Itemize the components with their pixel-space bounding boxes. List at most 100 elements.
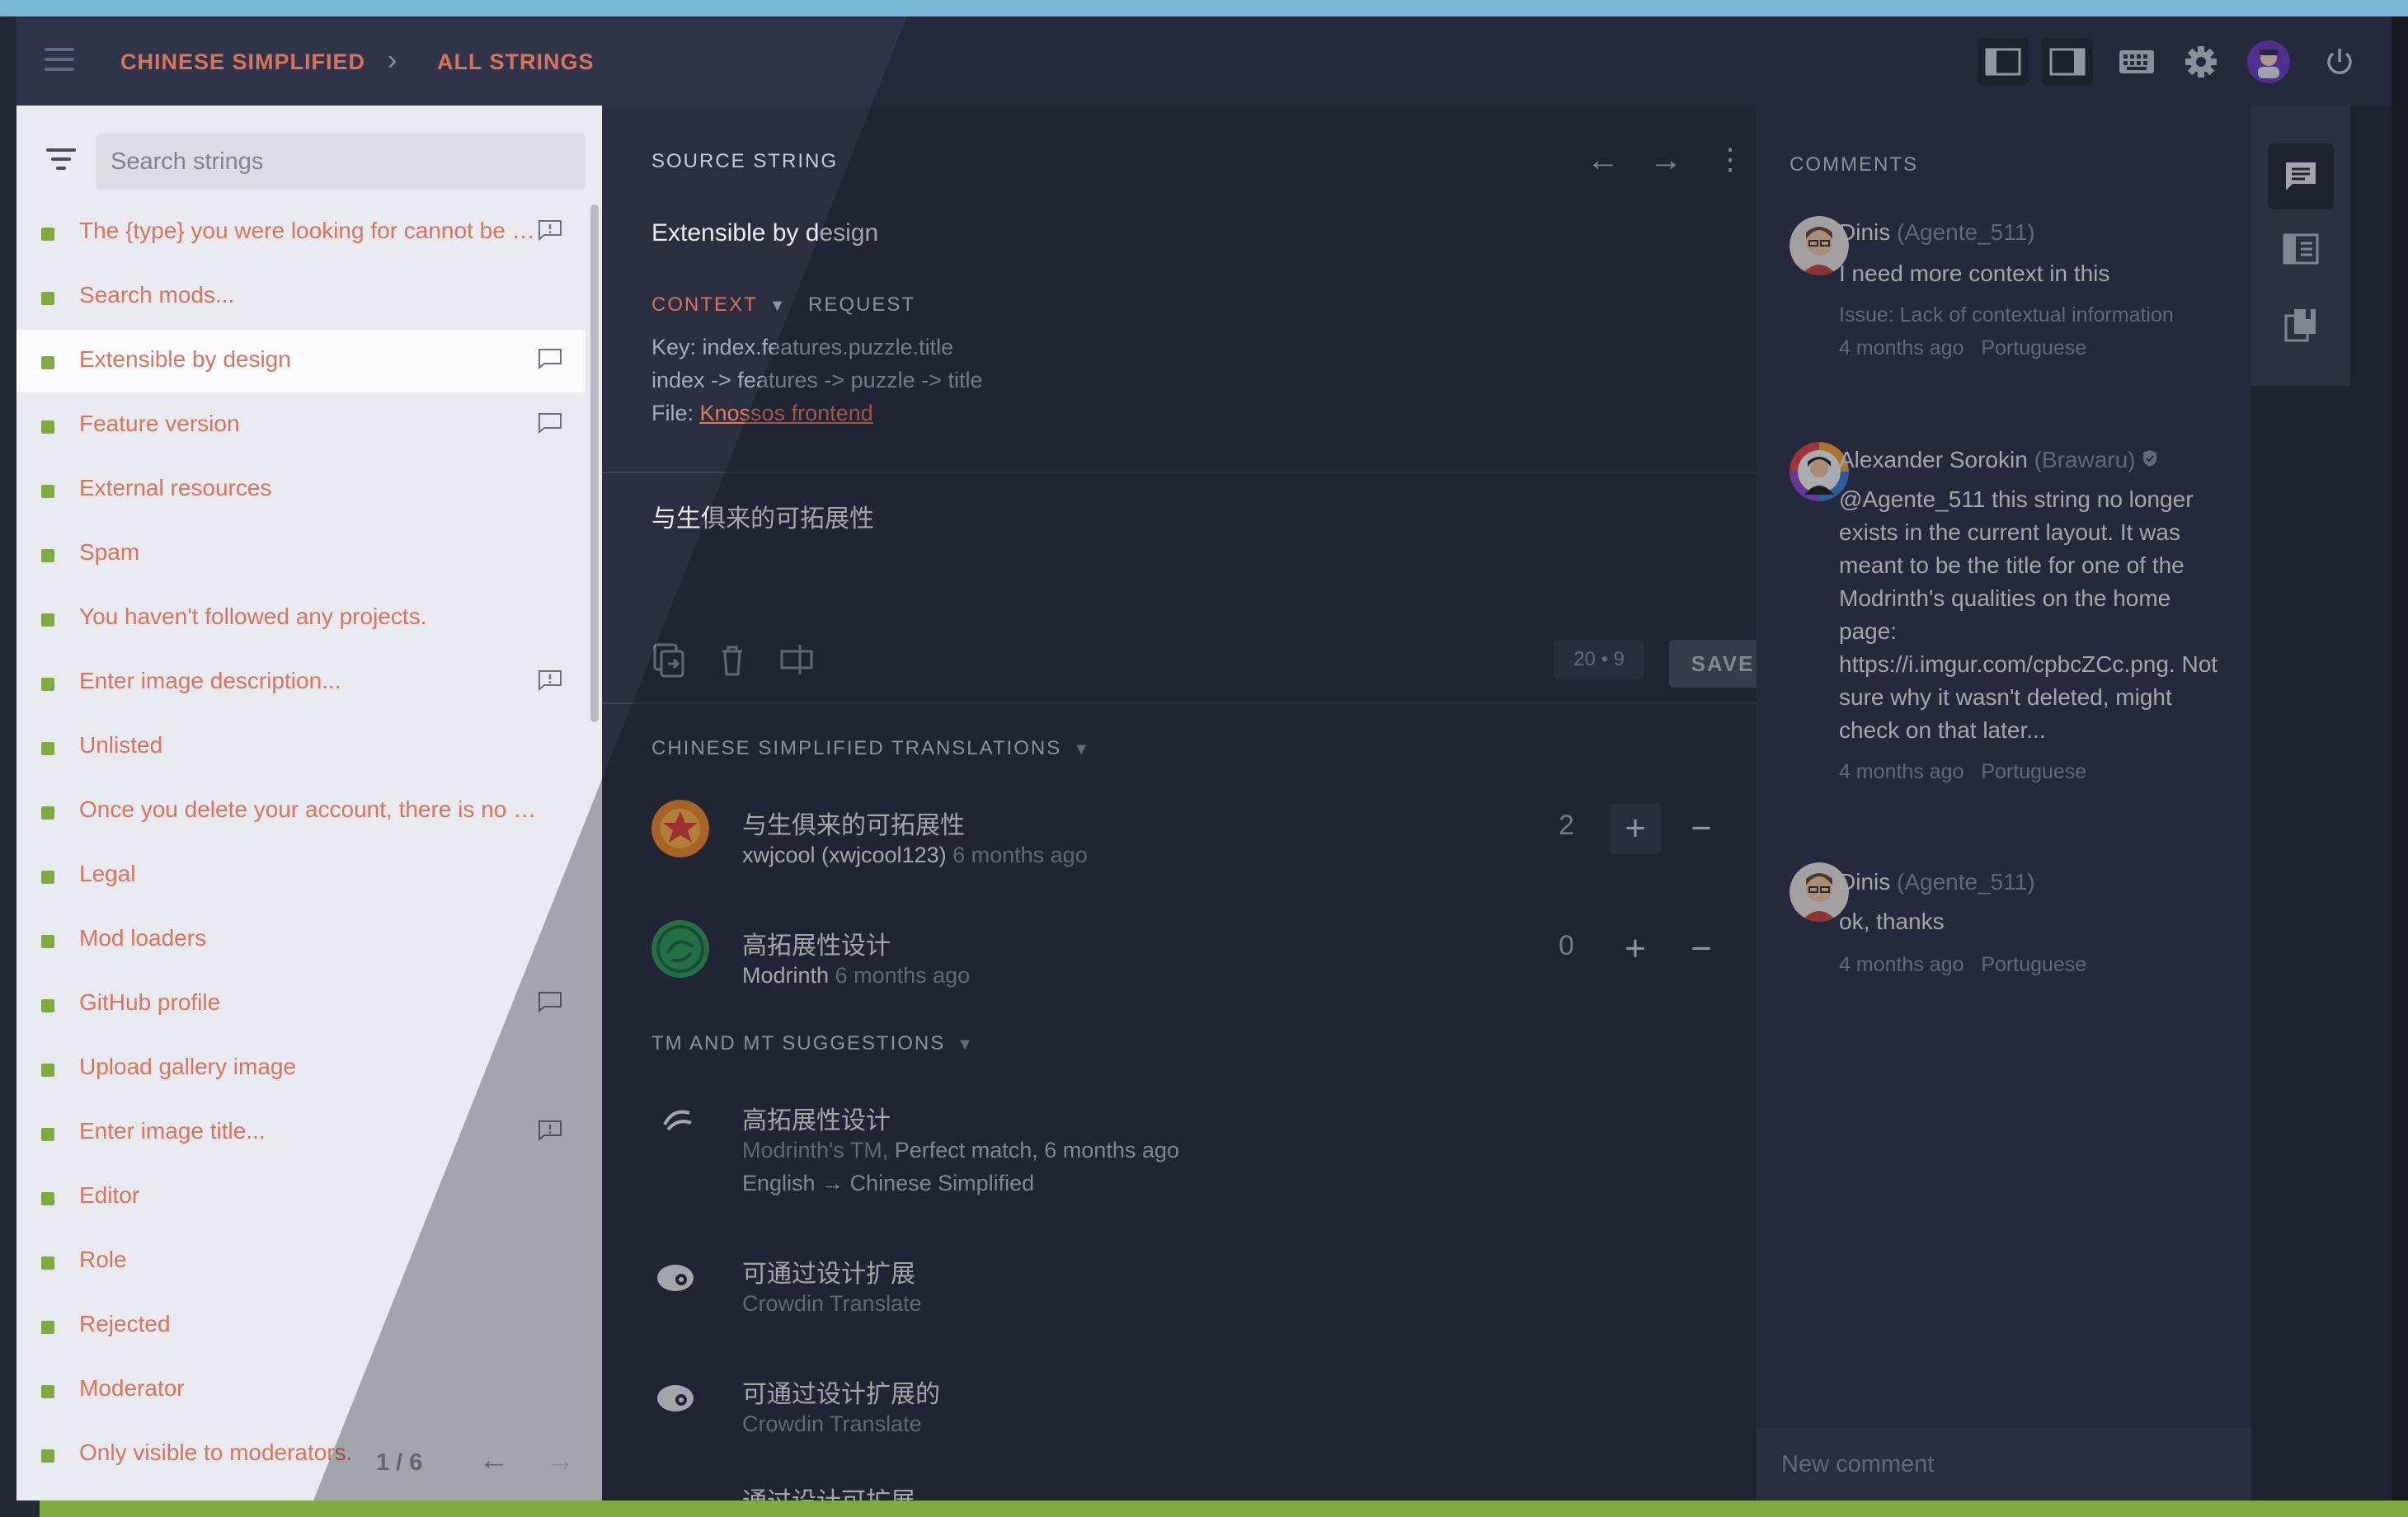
- suggestion-text[interactable]: 通过设计可扩展: [742, 1481, 915, 1501]
- tab-request[interactable]: REQUEST: [808, 294, 915, 317]
- search-input[interactable]: [96, 134, 586, 190]
- approved-status-icon: [41, 935, 54, 948]
- comment-icon[interactable]: [538, 412, 562, 434]
- prev-page-icon[interactable]: ←: [478, 1443, 510, 1478]
- translation-time: 6 months ago: [835, 963, 971, 988]
- menu-icon[interactable]: [45, 48, 74, 73]
- comment-author-handle: (Agente_511): [1897, 219, 2035, 245]
- string-label: Legal: [79, 861, 136, 886]
- comment-author-name: Dinis: [1839, 219, 1891, 245]
- comment-meta: 4 months ago Portuguese: [1839, 953, 2086, 977]
- string-list-item[interactable]: Search mods...: [16, 265, 586, 328]
- translations-caret-icon[interactable]: ▼: [1073, 740, 1091, 759]
- tab-context[interactable]: CONTEXT ▼: [651, 294, 787, 317]
- split-editor-icon[interactable]: [778, 641, 815, 678]
- translation-memory-icon: [657, 1101, 697, 1140]
- suggestion-source: Modrinth's TM, Perfect match, 6 months a…: [742, 1138, 1179, 1163]
- comment-body: @Agente_511 this string no longer exists…: [1839, 486, 2218, 743]
- string-label: Mod loaders: [79, 925, 207, 951]
- next-string-icon[interactable]: →: [1649, 142, 1682, 179]
- power-icon[interactable]: [2314, 38, 2365, 86]
- filter-icon[interactable]: [46, 148, 76, 171]
- suggestion-source-name: Modrinth's TM,: [742, 1138, 889, 1162]
- string-list-scrollbar[interactable]: [590, 204, 599, 722]
- suggestion-text[interactable]: 可通过设计扩展的: [742, 1374, 940, 1410]
- upvote-button[interactable]: +: [1610, 803, 1661, 854]
- string-list-item[interactable]: Spam: [16, 523, 586, 585]
- string-list-item[interactable]: Mod loaders: [16, 909, 586, 971]
- string-list-item[interactable]: Unlisted: [16, 716, 586, 778]
- comments-tab-icon[interactable]: [2268, 143, 2334, 209]
- comment-icon[interactable]: [538, 991, 562, 1012]
- verified-shield-icon: [2143, 450, 2157, 467]
- string-list-item[interactable]: Editor: [16, 1166, 586, 1228]
- downvote-button[interactable]: −: [1676, 923, 1727, 975]
- string-label: Feature version: [79, 411, 240, 436]
- string-list-item[interactable]: You haven't followed any projects.: [16, 587, 586, 650]
- suggestions-caret-icon[interactable]: ▼: [957, 1036, 975, 1054]
- comment-time: 4 months ago: [1839, 760, 1964, 783]
- approved-status-icon: [41, 228, 54, 241]
- string-list-item[interactable]: External resources: [16, 458, 586, 521]
- approved-status-icon: [41, 1064, 54, 1077]
- comment-meta: 4 months ago Portuguese: [1839, 336, 2086, 360]
- crowdin-translate-icon: [657, 1385, 694, 1411]
- left-panel-layout-icon[interactable]: [1978, 38, 2029, 86]
- more-options-icon[interactable]: ⋮: [1715, 142, 1745, 176]
- string-list-item[interactable]: Role: [16, 1230, 586, 1293]
- comment-icon[interactable]: [538, 348, 562, 369]
- file-link[interactable]: Knossos frontend: [700, 401, 873, 425]
- string-label: Spam: [79, 539, 140, 565]
- alert-comment-icon[interactable]: [538, 669, 562, 691]
- upvote-button[interactable]: +: [1610, 923, 1661, 975]
- downvote-button[interactable]: −: [1676, 803, 1727, 854]
- string-list-item[interactable]: Upload gallery image: [16, 1037, 586, 1100]
- user-avatar[interactable]: [2243, 38, 2294, 86]
- approved-status-icon: [41, 549, 54, 562]
- translation-input[interactable]: 与生俱来的可拓展性: [651, 498, 874, 534]
- string-list-item[interactable]: Rejected: [16, 1294, 586, 1357]
- string-label: Extensible by design: [79, 346, 291, 372]
- comments-panel: COMMENTS Dinis (Agente_511) I need more …: [1757, 106, 2251, 1501]
- string-list-item[interactable]: Enter image description...: [16, 651, 586, 714]
- keyboard-icon[interactable]: [2111, 38, 2162, 86]
- new-comment-input[interactable]: [1757, 1428, 2251, 1501]
- suggestion-text[interactable]: 高拓展性设计: [742, 1100, 891, 1136]
- alert-comment-icon[interactable]: [538, 1120, 562, 1141]
- xwjcool-avatar: [651, 800, 709, 857]
- translation-author: Modrinth 6 months ago: [742, 963, 970, 989]
- context-caret-icon: ▼: [769, 297, 788, 315]
- copy-source-icon[interactable]: [650, 641, 686, 678]
- approved-status-icon: [41, 420, 54, 434]
- delete-icon[interactable]: [714, 641, 750, 678]
- string-list-item[interactable]: Extensible by design: [16, 330, 586, 392]
- alert-comment-icon[interactable]: [538, 219, 562, 241]
- approved-status-icon: [41, 356, 54, 369]
- settings-gear-icon[interactable]: [2175, 38, 2227, 86]
- string-list-item[interactable]: The {type} you were looking for cannot b…: [16, 201, 586, 264]
- glossary-icon[interactable]: [2268, 292, 2334, 358]
- string-list-item[interactable]: Feature version: [16, 394, 586, 457]
- page-indicator: 1 / 6: [376, 1449, 423, 1476]
- breadcrumb-language[interactable]: CHINESE SIMPLIFIED: [120, 49, 365, 75]
- save-button[interactable]: SAVE: [1669, 640, 1757, 688]
- suggestion-source: Crowdin Translate: [742, 1291, 922, 1316]
- next-page-icon[interactable]: →: [544, 1443, 576, 1478]
- comment-author-name: Dinis: [1839, 869, 1891, 895]
- string-list-item[interactable]: Copyright: [16, 1487, 586, 1501]
- string-list-item[interactable]: Moderator: [16, 1359, 586, 1421]
- string-label: You haven't followed any projects.: [79, 604, 427, 629]
- string-list-item[interactable]: Enter image title...: [16, 1101, 586, 1164]
- string-list-item[interactable]: Once you delete your account, there is n…: [16, 780, 586, 843]
- comment-author-handle: (Brawaru): [2034, 447, 2136, 472]
- prev-string-icon[interactable]: ←: [1587, 142, 1620, 179]
- string-list-item[interactable]: Legal: [16, 844, 586, 907]
- suggestion-text[interactable]: 可通过设计扩展: [742, 1253, 915, 1289]
- right-panel-layout-icon[interactable]: [2042, 38, 2093, 86]
- author-name: xwjcool (xwjcool123): [742, 843, 947, 867]
- breadcrumb-all-strings[interactable]: ALL STRINGS: [437, 49, 595, 75]
- comment-language: Portuguese: [1981, 336, 2087, 359]
- comment-issue: Issue: Lack of contextual information: [1839, 303, 2174, 326]
- string-list-item[interactable]: GitHub profile: [16, 973, 586, 1036]
- context-panel-icon[interactable]: [2268, 216, 2334, 282]
